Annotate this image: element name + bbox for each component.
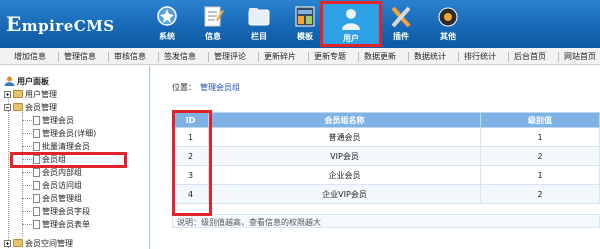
cell-level: 2 <box>480 146 600 166</box>
sidebar-item-member-fields[interactable]: 管理会员字段 <box>33 205 90 217</box>
sidebar-item-bulk-clean[interactable]: 批量清理会员 <box>33 140 90 152</box>
menu-add-info[interactable]: 增加信息 <box>14 51 46 62</box>
sidebar-item-user-manage[interactable]: 用户管理 <box>4 88 57 100</box>
cell-group-name[interactable]: VIP会员 <box>208 146 481 166</box>
nav-system[interactable]: 系统 <box>144 2 190 46</box>
cell-group-name[interactable]: 企业VIP会员 <box>208 184 481 204</box>
table-row[interactable]: 3 企业会员 1 <box>172 165 600 185</box>
user-panel-icon <box>4 76 15 86</box>
cell-level: 1 <box>480 127 600 147</box>
breadcrumb-link[interactable]: 管理会员组 <box>200 83 240 92</box>
document-icon <box>33 180 40 190</box>
template-icon <box>295 6 315 27</box>
system-icon <box>157 6 177 26</box>
document-icon <box>33 219 40 229</box>
col-group-name[interactable]: 会员组名称 <box>208 112 481 128</box>
menu-admin-home[interactable]: 后台首页 <box>514 51 546 62</box>
folder-icon <box>13 239 23 247</box>
expand-icon[interactable] <box>4 239 11 247</box>
menu-sign-info[interactable]: 签发信息 <box>164 51 196 62</box>
document-icon <box>33 128 40 138</box>
sidebar-item-admin-groups[interactable]: 会员管理组 <box>33 192 82 204</box>
folder-icon <box>13 90 23 98</box>
top-header: EmpireCMS 系统 信息 栏目 模板 用户 插件 其他 <box>0 0 600 48</box>
nav-user[interactable]: 用户 <box>320 1 382 47</box>
member-group-table: ID 会员组名称 级别值 1 普通会员 1 2 VIP会员 2 3 企业会员 1 <box>172 112 600 204</box>
sidebar-item-manage-members[interactable]: 管理会员 <box>33 114 74 126</box>
breadcrumb: 位置： 管理会员组 <box>172 83 240 92</box>
main-content: 位置： 管理会员组 ID 会员组名称 级别值 1 普通会员 1 2 VIP会员 2… <box>150 66 600 249</box>
menu-rank-stats[interactable]: 排行统计 <box>464 51 496 62</box>
sidebar-item-member-forms[interactable]: 管理会员表单 <box>33 218 90 230</box>
nav-other[interactable]: 其他 <box>425 2 471 46</box>
highlight-id-column <box>172 110 212 216</box>
cell-group-name[interactable]: 企业会员 <box>208 165 481 185</box>
menu-audit-info[interactable]: 审核信息 <box>114 51 146 62</box>
nav-info[interactable]: 信息 <box>190 2 236 46</box>
col-level[interactable]: 级别值 <box>480 112 600 128</box>
plugin-icon <box>391 6 411 28</box>
sidebar: 用户面板 用户管理 会员管理 管理会员 管理会员(详细) 批量清理会员 会员组 … <box>0 66 150 249</box>
sidebar-item-manage-members-detail[interactable]: 管理会员(详细) <box>33 127 96 139</box>
menu-update-topics[interactable]: 更新专题 <box>314 51 346 62</box>
document-icon <box>33 193 40 203</box>
sidebar-title: 用户面板 <box>4 75 49 87</box>
menu-update-fragments[interactable]: 更新碎片 <box>264 51 296 62</box>
nav-column[interactable]: 栏目 <box>236 2 282 46</box>
menu-data-update[interactable]: 数据更新 <box>364 51 396 62</box>
document-icon <box>33 115 40 125</box>
nav-plugin[interactable]: 插件 <box>378 2 424 46</box>
folder-open-icon <box>13 103 23 111</box>
document-icon <box>33 206 40 216</box>
table-row[interactable]: 1 普通会员 1 <box>172 127 600 147</box>
sidebar-item-member-manage[interactable]: 会员管理 <box>4 101 57 113</box>
table-row[interactable]: 4 企业VIP会员 2 <box>172 184 600 204</box>
quick-menu-bar: 增加信息 管理信息 审核信息 签发信息 管理评论 更新碎片 更新专题 数据更新 … <box>0 48 600 65</box>
user-icon <box>342 9 360 30</box>
sidebar-item-member-space[interactable]: 会员空间管理 <box>4 237 73 249</box>
highlight-member-groups <box>10 152 127 168</box>
table-header-row: ID 会员组名称 级别值 <box>172 112 600 128</box>
document-icon <box>33 141 40 151</box>
cell-level: 1 <box>480 165 600 185</box>
document-icon <box>33 167 40 177</box>
menu-site-home[interactable]: 网站首页 <box>564 51 596 62</box>
sidebar-item-access-groups[interactable]: 会员访问组 <box>33 179 82 191</box>
expand-icon[interactable] <box>4 90 11 98</box>
table-note: 说明：级别值越高，查看信息的权限越大 <box>172 214 600 228</box>
empirecms-logo[interactable]: EmpireCMS <box>6 12 115 36</box>
menu-manage-info[interactable]: 管理信息 <box>64 51 96 62</box>
cell-group-name[interactable]: 普通会员 <box>208 127 481 147</box>
column-icon <box>248 8 270 26</box>
menu-data-stats[interactable]: 数据统计 <box>414 51 446 62</box>
cell-level: 2 <box>480 184 600 204</box>
menu-manage-comments[interactable]: 管理评论 <box>214 51 246 62</box>
other-icon <box>438 7 458 27</box>
info-icon <box>204 6 224 27</box>
collapse-icon[interactable] <box>4 103 11 111</box>
table-row[interactable]: 2 VIP会员 2 <box>172 146 600 166</box>
